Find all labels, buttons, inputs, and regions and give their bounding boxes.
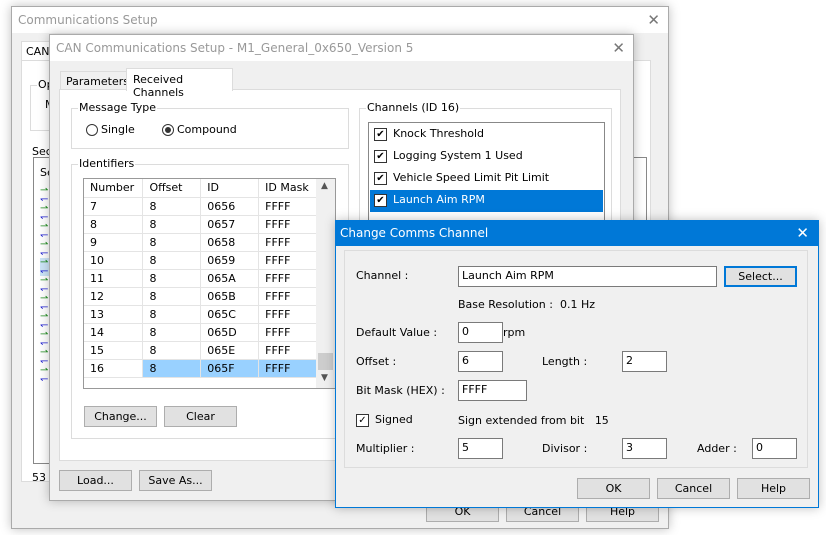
select-button[interactable]: Select...	[724, 266, 797, 287]
table-cell: 8	[142, 251, 202, 270]
channel-item[interactable]: ✔ Knock Threshold	[370, 124, 603, 146]
multiplier-input[interactable]: 5	[458, 438, 503, 459]
table-cell: 11	[84, 269, 144, 288]
table-cell: 8	[142, 287, 202, 306]
table-cell: 065F	[200, 359, 260, 378]
table-cell: 10	[84, 251, 144, 270]
tab-parameters[interactable]: Parameters	[60, 71, 129, 90]
adder-input[interactable]: 0	[752, 438, 797, 459]
scroll-up-icon[interactable]: ▲	[321, 181, 328, 191]
table-cell: 0657	[200, 215, 260, 234]
table-cell: FFFF	[258, 287, 317, 306]
tab-can[interactable]: CAN	[21, 41, 51, 61]
table-cell: 14	[84, 323, 144, 342]
close-icon[interactable]: ✕	[796, 224, 809, 242]
table-cell: 12	[84, 287, 144, 306]
change-comms-channel-dialog: Change Comms Channel ✕ Channel : Launch …	[335, 220, 819, 508]
table-row[interactable]: 16 8 065F FFFF	[84, 359, 317, 378]
table-cell: FFFF	[258, 305, 317, 324]
table-row[interactable]: 11 8 065A FFFF	[84, 269, 317, 288]
table-cell: 065B	[200, 287, 260, 306]
table-row[interactable]: 10 8 0659 FFFF	[84, 251, 317, 270]
dialog-title-bar: Change Comms Channel	[336, 221, 818, 246]
save-as-button[interactable]: Save As...	[139, 470, 212, 491]
table-cell: FFFF	[258, 215, 317, 234]
table-cell: 8	[142, 341, 202, 360]
checkbox-icon[interactable]: ✔	[374, 171, 387, 185]
table-header: Number Offset ID ID Mask	[84, 179, 317, 198]
table-cell: FFFF	[258, 323, 317, 342]
scroll-thumb[interactable]	[318, 353, 333, 370]
help-button[interactable]: Help	[737, 478, 810, 499]
table-cell: 8	[142, 215, 202, 234]
table-row[interactable]: 14 8 065D FFFF	[84, 323, 317, 342]
close-icon[interactable]: ✕	[647, 11, 660, 29]
change-button[interactable]: Change...	[84, 406, 157, 427]
offset-input[interactable]: 6	[458, 351, 503, 372]
table-cell: 8	[142, 269, 202, 288]
checkbox-icon[interactable]: ✔	[374, 127, 387, 141]
table-cell: 0658	[200, 233, 260, 252]
length-input[interactable]: 2	[622, 351, 667, 372]
ok-button[interactable]: OK	[577, 478, 650, 499]
channel-item[interactable]: ✔ Vehicle Speed Limit Pit Limit	[370, 168, 603, 190]
table-cell: FFFF	[258, 251, 317, 270]
table-cell: FFFF	[258, 233, 317, 252]
table-cell: 065A	[200, 269, 260, 288]
scroll-down-icon[interactable]: ▼	[321, 373, 328, 383]
close-icon[interactable]: ✕	[612, 39, 625, 57]
table-cell: 065D	[200, 323, 260, 342]
table-row[interactable]: 15 8 065E FFFF	[84, 341, 317, 360]
radio-single[interactable]: Single	[86, 123, 135, 136]
table-cell: 0656	[200, 197, 260, 216]
table-cell: 8	[142, 197, 202, 216]
table-row[interactable]: 12 8 065B FFFF	[84, 287, 317, 306]
table-cell: 0659	[200, 251, 260, 270]
table-cell: FFFF	[258, 359, 317, 378]
table-scrollbar[interactable]: ▲ ▼	[316, 179, 335, 388]
checkbox-icon[interactable]: ✔	[374, 149, 387, 163]
checkbox-icon[interactable]: ✔	[374, 193, 387, 207]
divisor-input[interactable]: 3	[622, 438, 667, 459]
table-cell: 8	[142, 323, 202, 342]
channel-input[interactable]: Launch Aim RPM	[458, 266, 717, 287]
load-button[interactable]: Load...	[59, 470, 132, 491]
channel-item[interactable]: ✔ Logging System 1 Used	[370, 146, 603, 168]
identifiers-group: Identifiers Number Offset ID ID Mask 780…	[71, 157, 349, 439]
table-row[interactable]: 13 8 065C FFFF	[84, 305, 317, 324]
clear-button[interactable]: Clear	[164, 406, 237, 427]
table-row[interactable]: 9 8 0658 FFFF	[84, 233, 317, 252]
table-cell: FFFF	[258, 197, 317, 216]
window-title: CAN Communications Setup - M1_General_0x…	[50, 35, 633, 61]
table-row[interactable]: 7 8 0656 FFFF	[84, 197, 317, 216]
table-cell: 15	[84, 341, 144, 360]
table-cell: 8	[142, 233, 202, 252]
table-cell: FFFF	[258, 341, 317, 360]
cancel-button[interactable]: Cancel	[657, 478, 730, 499]
radio-selected-icon	[162, 124, 174, 136]
table-cell: FFFF	[258, 269, 317, 288]
default-value-input[interactable]: 0	[458, 322, 503, 343]
table-row[interactable]: 8 8 0657 FFFF	[84, 215, 317, 234]
signed-checkbox[interactable]: ✓ Signed	[356, 413, 413, 427]
check-icon: ✓	[356, 413, 369, 427]
radio-icon	[86, 124, 98, 136]
table-cell: 16	[84, 359, 144, 378]
table-cell: 8	[142, 305, 202, 324]
table-cell: 7	[84, 197, 144, 216]
table-cell: 13	[84, 305, 144, 324]
identifiers-table[interactable]: Number Offset ID ID Mask 7 8 0656 FFFF 8 8 065…	[83, 178, 336, 389]
radio-compound[interactable]: Compound	[162, 123, 237, 136]
message-type-group: Message Type Single Compound	[71, 101, 349, 149]
table-cell: 065C	[200, 305, 260, 324]
channel-item[interactable]: ✔ Launch Aim RPM	[370, 190, 603, 212]
table-cell: 9	[84, 233, 144, 252]
tab-received-channels[interactable]: Received Channels	[126, 68, 233, 99]
table-cell: 8	[142, 359, 202, 378]
table-cell: 065E	[200, 341, 260, 360]
bitmask-input[interactable]: FFFF	[458, 380, 527, 401]
table-cell: 8	[84, 215, 144, 234]
window-title: Communications Setup	[12, 7, 668, 33]
